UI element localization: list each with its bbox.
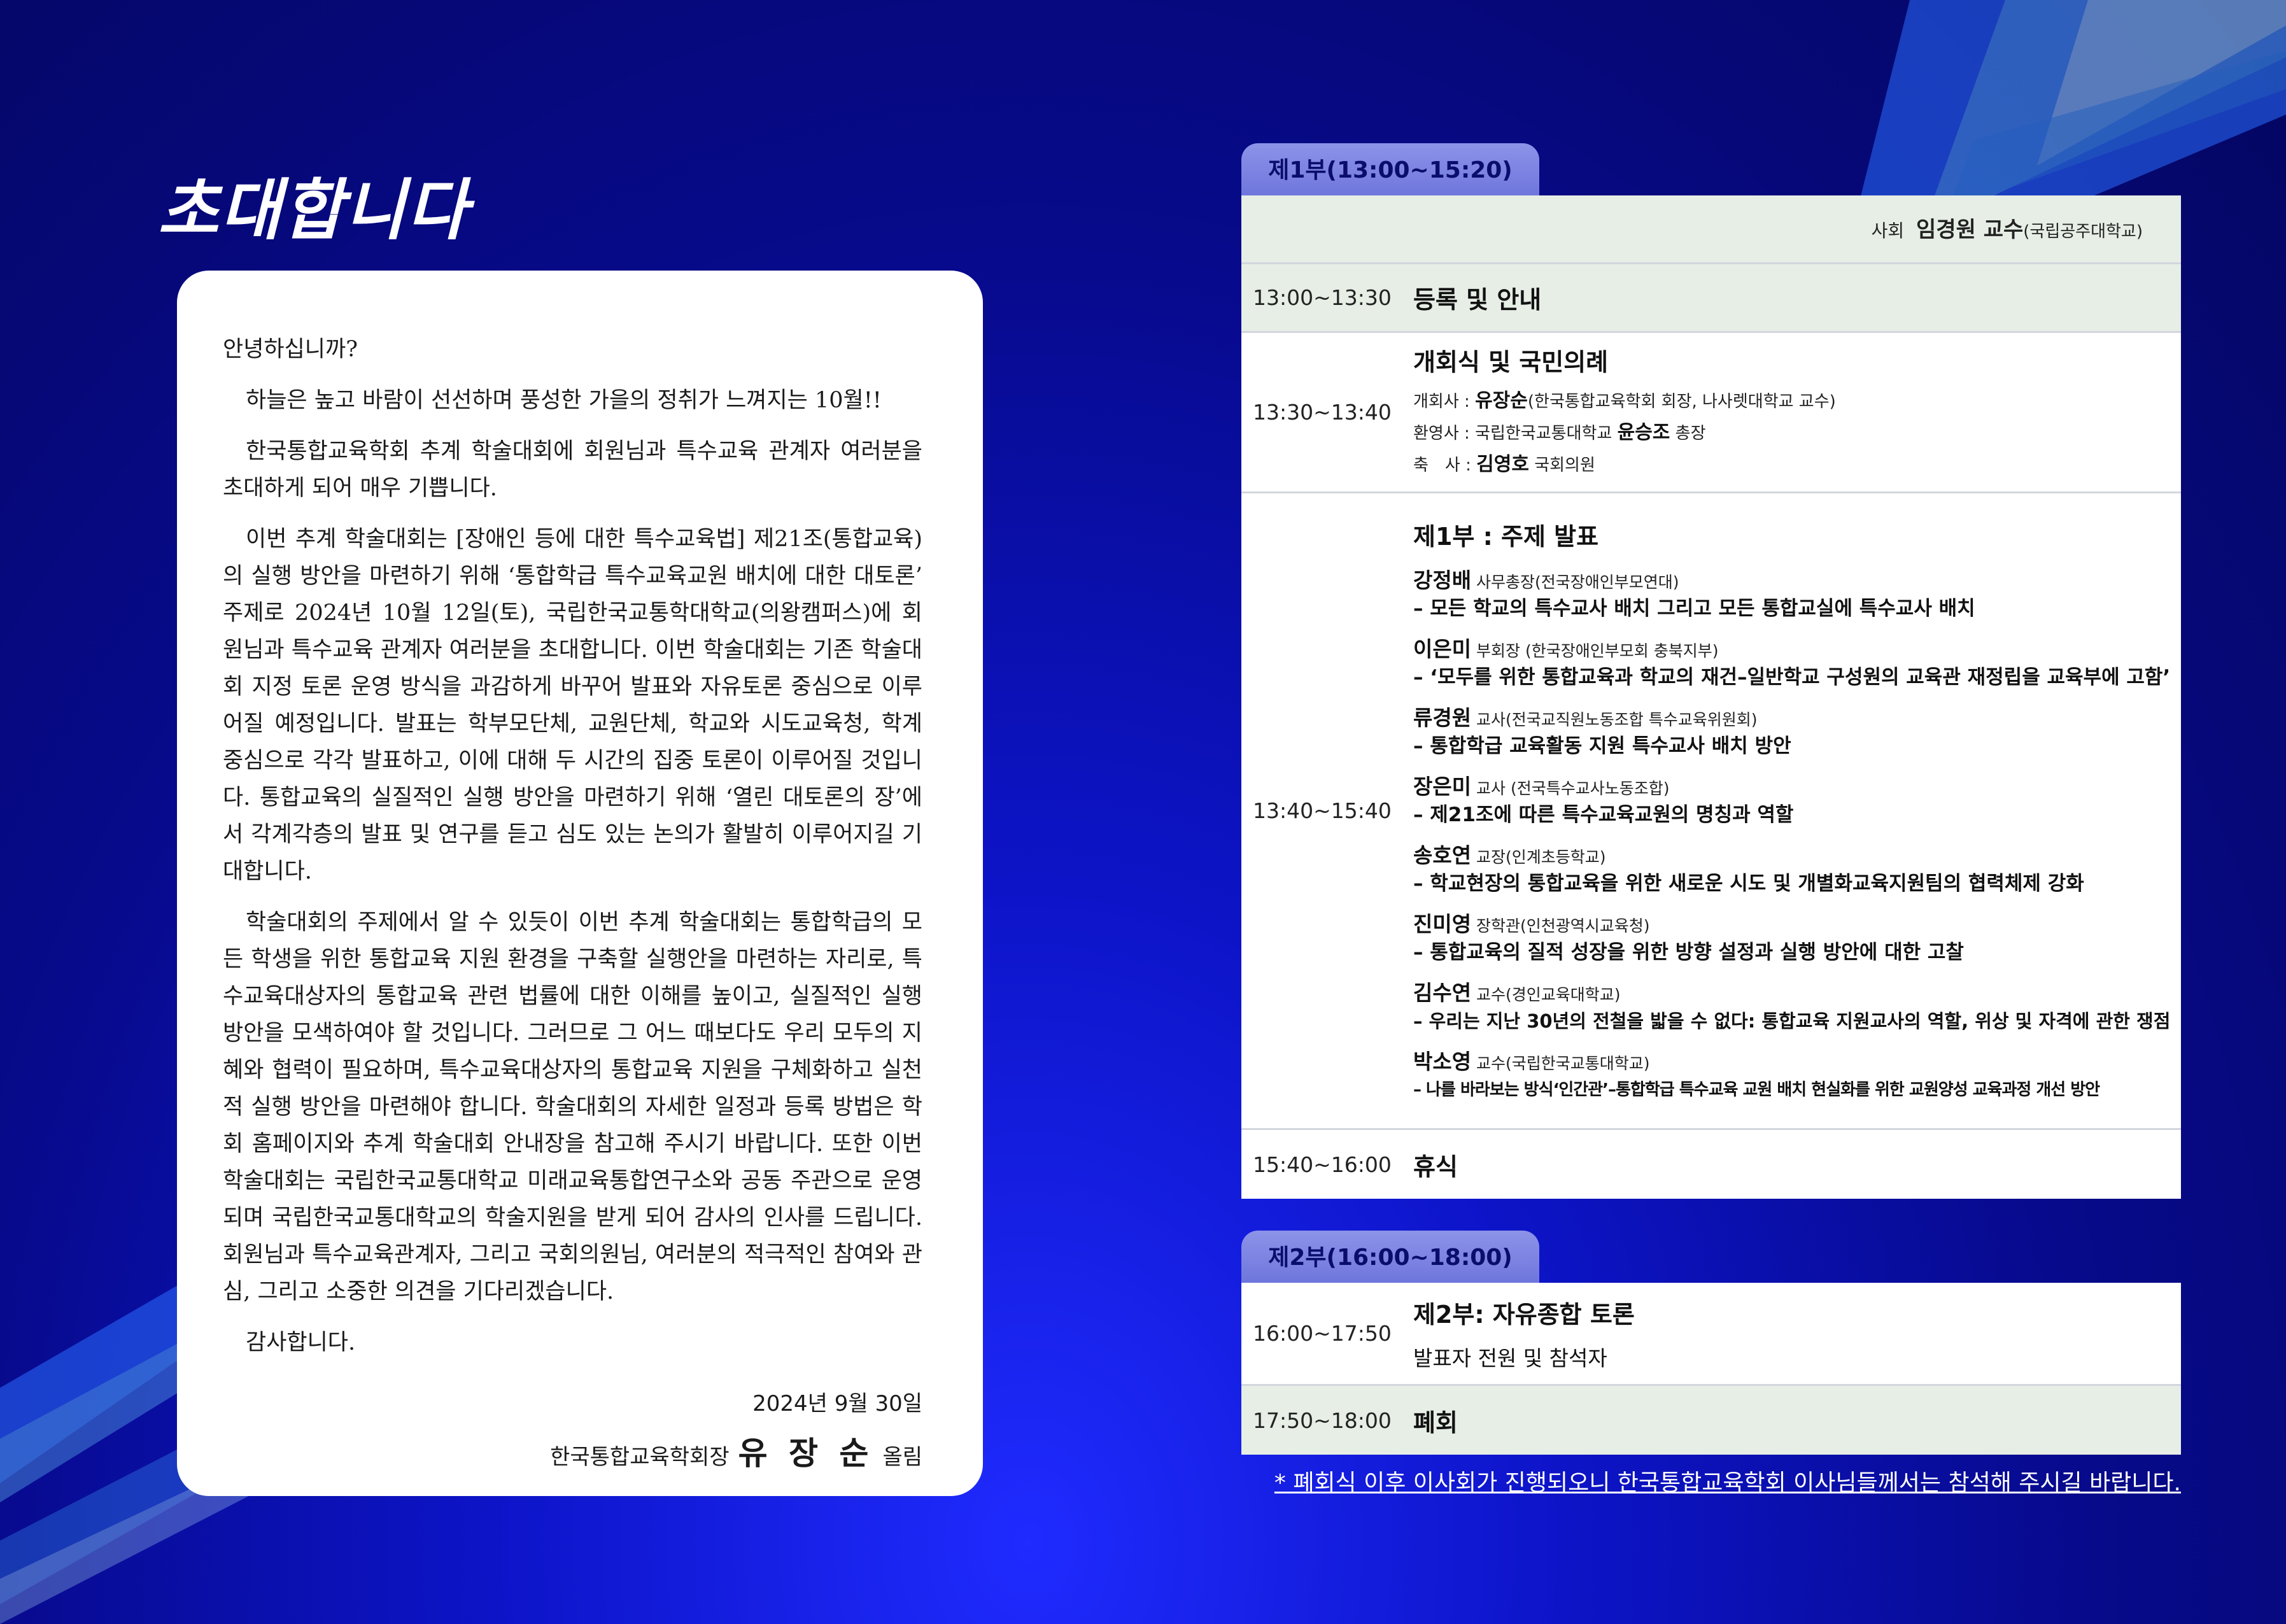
signature-suffix: 올림 — [882, 1444, 922, 1470]
schedule-time: 16:00~17:50 — [1253, 1321, 1392, 1346]
speaker-item: 이은미 부회장 (한국장애인부모회 충북지부) – ‘모두를 위한 통합교육과 학… — [1413, 637, 2171, 689]
schedule-title: 등록 및 안내 — [1413, 286, 1542, 314]
letter-paragraph: 학술대회의 주제에서 알 수 있듯이 이번 추계 학술대회는 통합학급의 모든 … — [223, 910, 922, 1304]
host-affiliation: (국립공주대학교) — [2023, 222, 2143, 241]
speaker-item: 장은미 교사 (전국특수교사노동조합) – 제21조에 따른 특수교육교원의 명칭… — [1413, 774, 1794, 826]
schedule-title: 휴식 — [1413, 1152, 1458, 1181]
letter-paragraph: 한국통합교육학회 추계 학술대회에 회원님과 특수교육 관계자 여러분을 초대하… — [223, 439, 922, 501]
part1-tab: 제1부(13:00~15:20) — [1241, 143, 1539, 195]
opening-speech-line: 개회사 : 유장순(한국통합교육학회 회장, 나사렛대학교 교수) — [1413, 390, 1836, 412]
part2-tab: 제2부(16:00~18:00) — [1241, 1231, 1539, 1283]
schedule-title: 제1부 : 주제 발표 — [1413, 523, 1599, 551]
congratulatory-speech-line: 축 사 : 김영호 국회의원 — [1413, 453, 1595, 476]
speaker-item: 강정배 사무총장(전국장애인부모연대) – 모든 학교의 특수교사 배치 그리고 … — [1413, 568, 1975, 620]
schedule-row: 13:30~13:40 개회식 및 국민의례 개회사 : 유장순(한국통합교육학… — [1241, 333, 2181, 493]
letter-paragraph: 하늘은 높고 바람이 선선하며 풍성한 가을의 정취가 느껴지는 10월!! — [246, 388, 882, 413]
schedule-time: 17:50~18:00 — [1253, 1408, 1392, 1433]
welcome-speech-line: 환영사 : 국립한국교통대학교 윤승조 총장 — [1413, 421, 1706, 444]
speaker-item: 박소영 교수(국립한국교통대학교) – 나를 바라보는 방식‘인간관’–통합학급 … — [1413, 1049, 2100, 1099]
signature-name: 유 장 순 — [738, 1435, 874, 1472]
board-meeting-notice: * 폐회식 이후 이사회가 진행되오니 한국통합교육학회 이사님들께서는 참석해… — [1274, 1470, 2181, 1496]
schedule-subtitle: 발표자 전원 및 참석자 — [1413, 1346, 1607, 1371]
letter-paragraph: 이번 추계 학술대회는 [장애인 등에 대한 특수교육법] 제21조(통합교육)… — [223, 526, 922, 884]
schedule-time: 13:40~15:40 — [1253, 798, 1392, 823]
letter-signature: 한국통합교육학회장 유 장 순 올림 — [223, 1435, 922, 1476]
schedule-row: 16:00~17:50 제2부: 자유종합 토론 발표자 전원 및 참석자 — [1241, 1283, 2181, 1386]
invitation-title: 초대합니다 — [158, 171, 469, 249]
schedule-time: 15:40~16:00 — [1253, 1152, 1392, 1177]
schedule-title: 폐회 — [1413, 1408, 1458, 1437]
part2-schedule: 16:00~17:50 제2부: 자유종합 토론 발표자 전원 및 참석자 17… — [1241, 1283, 2181, 1455]
speaker-item: 김수연 교수(경인교육대학교) – 우리는 지난 30년의 전철을 밟을 수 없다… — [1413, 980, 2171, 1032]
invitation-letter: 안녕하십니까? 하늘은 높고 바람이 선선하며 풍성한 가을의 정취가 느껴지는… — [177, 271, 983, 1496]
host-name: 임경원 교수 — [1916, 217, 2024, 243]
letter-greeting: 안녕하십니까? — [223, 337, 358, 362]
schedule-title: 제2부: 자유종합 토론 — [1413, 1301, 1635, 1329]
signature-title: 한국통합교육학회장 — [550, 1444, 730, 1470]
schedule-title: 개회식 및 국민의례 — [1413, 348, 1609, 376]
schedule-time: 13:00~13:30 — [1253, 285, 1392, 310]
letter-date: 2024년 9월 30일 — [752, 1391, 922, 1416]
schedule-row: 13:40~15:40 제1부 : 주제 발표 강정배 사무총장(전국장애인부모… — [1241, 493, 2181, 1130]
schedule-row: 13:00~13:30 등록 및 안내 — [1241, 264, 2181, 333]
letter-thanks: 감사합니다. — [246, 1330, 356, 1355]
schedule-row: 17:50~18:00 폐회 — [1241, 1386, 2181, 1455]
host-label: 사회 — [1871, 220, 1905, 241]
schedule-time: 13:30~13:40 — [1253, 400, 1392, 425]
host-row: 사회 임경원 교수(국립공주대학교) — [1241, 195, 2181, 264]
speaker-item: 송호연 교장(인계초등학교) – 학교현장의 통합교육을 위한 새로운 시도 및 … — [1413, 843, 2084, 895]
speaker-item: 진미영 장학관(인천광역시교육청) – 통합교육의 질적 성장을 위한 방향 설정… — [1413, 912, 1964, 964]
schedule-row: 15:40~16:00 휴식 — [1241, 1130, 2181, 1199]
part1-schedule: 사회 임경원 교수(국립공주대학교) 13:00~13:30 등록 및 안내 1… — [1241, 195, 2181, 1199]
speaker-item: 류경원 교사(전국교직원노동조합 특수교육위원회) – 통합학급 교육활동 지원 … — [1413, 705, 1791, 758]
